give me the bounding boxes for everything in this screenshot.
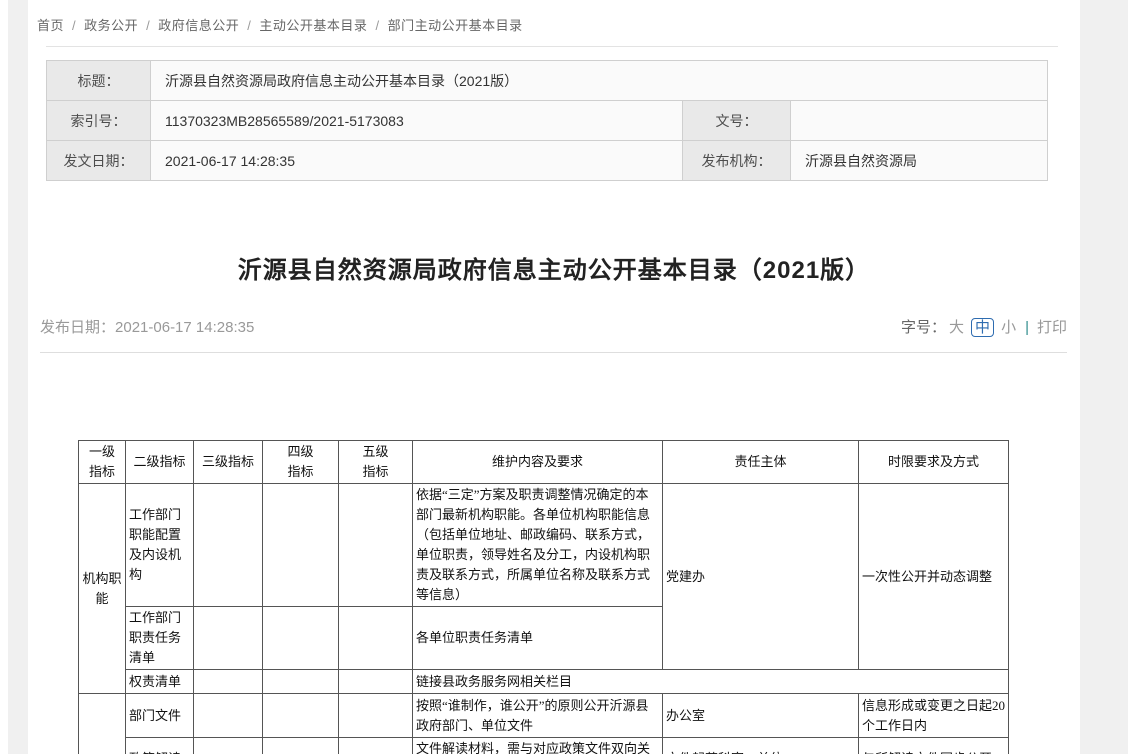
breadcrumb-catalog[interactable]: 主动公开基本目录	[259, 18, 367, 33]
breadcrumb-divider	[46, 46, 1058, 47]
table-row: 政策解读 文件解读材料，需与对应政策文件双向关联 文件起草科室、单位 与所解读文…	[79, 738, 1009, 754]
table-row: 权责清单 链接县政务服务网相关栏目	[79, 670, 1009, 694]
cell-time-limit: 与所解读文件同步公开	[859, 738, 1009, 754]
cell-content: 依据“三定”方案及职责调整情况确定的本部门最新机构职能。各单位机构职能信息（包括…	[413, 484, 663, 607]
cell-level2: 工作部门职责任务清单	[126, 607, 194, 670]
cell-level4-empty	[263, 484, 339, 607]
cell-level1-org-function: 机构职能	[79, 484, 126, 694]
issue-date-value: 2021-06-17 14:28:35	[151, 141, 683, 181]
header-responsible: 责任主体	[663, 441, 859, 484]
cell-content: 按照“谁制作，谁公开”的原则公开沂源县政府部门、单位文件	[413, 694, 663, 738]
cell-level4-empty	[263, 607, 339, 670]
cell-responsible: 党建办	[663, 484, 859, 670]
cell-responsible: 文件起草科室、单位	[663, 738, 859, 754]
breadcrumb-separator: /	[375, 18, 379, 33]
catalog-table: 一级 指标 二级指标 三级指标 四级 指标 五级 指标 维护内容及要求 责任主体…	[78, 440, 1009, 754]
cell-level2: 政策解读	[126, 738, 194, 754]
table-row: 机构职能 工作部门职能配置及内设机构 依据“三定”方案及职责调整情况确定的本部门…	[79, 484, 1009, 607]
publish-date: 发布日期：2021-06-17 14:28:35	[40, 316, 254, 337]
cell-level5-empty	[339, 670, 413, 694]
cell-level3-empty	[194, 738, 263, 754]
catalog-header-row: 一级 指标 二级指标 三级指标 四级 指标 五级 指标 维护内容及要求 责任主体…	[79, 441, 1009, 484]
table-row: 部门文件 按照“谁制作，谁公开”的原则公开沂源县政府部门、单位文件 办公室 信息…	[79, 694, 1009, 738]
page: 首页 / 政务公开 / 政府信息公开 / 主动公开基本目录 / 部门主动公开基本目录 标题： 沂…	[0, 0, 1128, 754]
agency-label: 发布机构：	[683, 141, 791, 181]
page-right-margin	[1080, 0, 1128, 754]
cell-level4-empty	[263, 694, 339, 738]
cell-level2: 部门文件	[126, 694, 194, 738]
meta-row-title: 标题： 沂源县自然资源局政府信息主动公开基本目录（2021版）	[47, 61, 1048, 101]
breadcrumb: 首页 / 政务公开 / 政府信息公开 / 主动公开基本目录 / 部门主动公开基本目录	[37, 15, 523, 34]
breadcrumb-dept-catalog[interactable]: 部门主动公开基本目录	[388, 18, 523, 33]
title-label: 标题：	[47, 61, 151, 101]
page-title: 沂源县自然资源局政府信息主动公开基本目录（2021版）	[28, 250, 1080, 285]
header-level2: 二级指标	[126, 441, 194, 484]
doc-number-label: 文号：	[683, 101, 791, 141]
index-number-label: 索引号：	[47, 101, 151, 141]
header-time-limit: 时限要求及方式	[859, 441, 1009, 484]
cell-content: 各单位职责任务清单	[413, 607, 663, 670]
cell-level2: 权责清单	[126, 670, 194, 694]
breadcrumb-zhengwu[interactable]: 政务公开	[84, 18, 138, 33]
header-level5: 五级 指标	[339, 441, 413, 484]
cell-level4-empty	[263, 670, 339, 694]
article-meta-line: 发布日期：2021-06-17 14:28:35 字号：大中小 | 打印	[40, 313, 1067, 339]
cell-level5-empty	[339, 738, 413, 754]
header-level1: 一级 指标	[79, 441, 126, 484]
publish-date-label: 发布日期：	[40, 319, 115, 336]
font-size-small-button[interactable]: 小	[1001, 319, 1016, 336]
cell-level2: 工作部门职能配置及内设机构	[126, 484, 194, 607]
cell-level5-empty	[339, 607, 413, 670]
publish-date-value: 2021-06-17 14:28:35	[115, 319, 254, 336]
header-level4: 四级 指标	[263, 441, 339, 484]
cell-level3-empty	[194, 607, 263, 670]
cell-level5-empty	[339, 694, 413, 738]
cell-time-limit: 一次性公开并动态调整	[859, 484, 1009, 670]
article-meta-divider	[40, 352, 1067, 353]
cell-content: 链接县政务服务网相关栏目	[413, 670, 1009, 694]
agency-value: 沂源县自然资源局	[791, 141, 1048, 181]
tools-separator: |	[1025, 319, 1029, 336]
doc-number-value	[791, 101, 1048, 141]
breadcrumb-separator: /	[146, 18, 150, 33]
issue-date-label: 发文日期：	[47, 141, 151, 181]
document-meta-table: 标题： 沂源县自然资源局政府信息主动公开基本目录（2021版） 索引号： 113…	[46, 60, 1048, 181]
cell-level3-empty	[194, 694, 263, 738]
font-size-tools: 字号：大中小 | 打印	[901, 316, 1067, 337]
print-button[interactable]: 打印	[1037, 319, 1067, 336]
font-size-label: 字号：	[901, 319, 946, 336]
meta-row-date: 发文日期： 2021-06-17 14:28:35 发布机构： 沂源县自然资源局	[47, 141, 1048, 181]
cell-level3-empty	[194, 670, 263, 694]
breadcrumb-home[interactable]: 首页	[37, 18, 64, 33]
cell-level5-empty	[339, 484, 413, 607]
cell-content: 文件解读材料，需与对应政策文件双向关联	[413, 738, 663, 754]
cell-level4-empty	[263, 738, 339, 754]
cell-level1-empty	[79, 694, 126, 754]
title-value: 沂源县自然资源局政府信息主动公开基本目录（2021版）	[151, 61, 1048, 101]
breadcrumb-info-disclosure[interactable]: 政府信息公开	[158, 18, 239, 33]
breadcrumb-separator: /	[247, 18, 251, 33]
breadcrumb-separator: /	[72, 18, 76, 33]
cell-time-limit: 信息形成或变更之日起20个工作日内	[859, 694, 1009, 738]
index-number-value: 11370323MB28565589/2021-5173083	[151, 101, 683, 141]
page-left-margin	[8, 0, 28, 754]
cell-level3-empty	[194, 484, 263, 607]
font-size-large-button[interactable]: 大	[949, 319, 964, 336]
font-size-medium-button[interactable]: 中	[971, 318, 994, 337]
header-content: 维护内容及要求	[413, 441, 663, 484]
meta-row-index: 索引号： 11370323MB28565589/2021-5173083 文号：	[47, 101, 1048, 141]
header-level3: 三级指标	[194, 441, 263, 484]
cell-responsible: 办公室	[663, 694, 859, 738]
